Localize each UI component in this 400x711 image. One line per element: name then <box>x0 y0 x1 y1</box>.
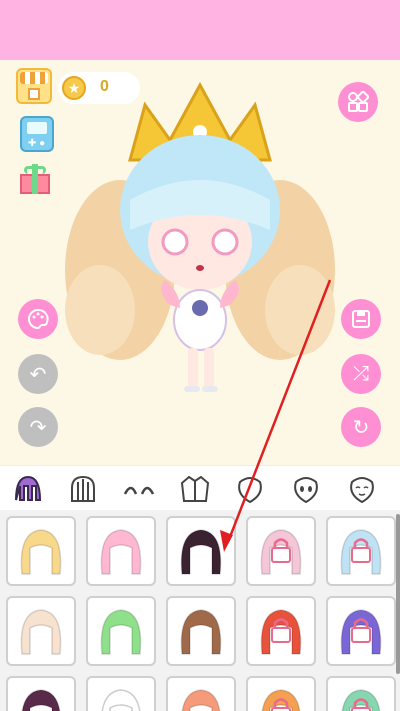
guide-arrow <box>220 279 332 552</box>
